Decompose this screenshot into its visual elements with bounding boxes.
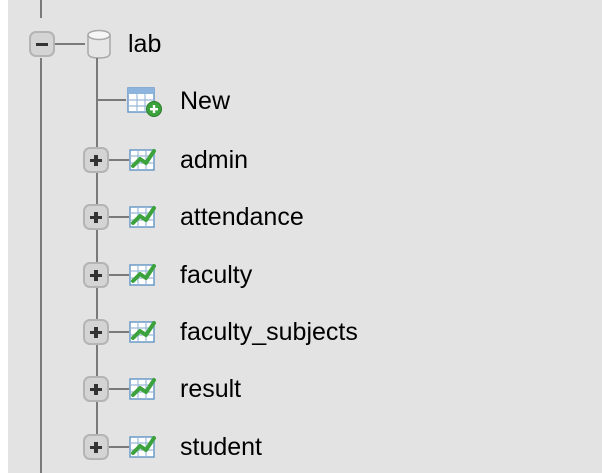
tree-connector bbox=[55, 43, 85, 45]
plus-icon-bar bbox=[94, 327, 98, 338]
plus-icon-bar bbox=[94, 384, 98, 395]
tree-root-line bbox=[40, 0, 42, 18]
database-label-lab[interactable]: lab bbox=[128, 32, 161, 57]
tree-connector bbox=[109, 331, 129, 333]
tree-connector bbox=[109, 274, 129, 276]
table-label-faculty_subjects[interactable]: faculty_subjects bbox=[180, 320, 358, 345]
table-icon[interactable] bbox=[128, 145, 158, 173]
collapse-database-button[interactable] bbox=[29, 31, 55, 57]
table-icon[interactable] bbox=[128, 374, 158, 402]
table-icon[interactable] bbox=[128, 317, 158, 345]
new-table-label[interactable]: New bbox=[180, 89, 230, 114]
table-label-admin[interactable]: admin bbox=[180, 148, 248, 173]
table-icon[interactable] bbox=[128, 432, 158, 460]
expand-table-button-admin[interactable] bbox=[83, 147, 109, 173]
plus-icon-bar bbox=[94, 212, 98, 223]
plus-icon-bar bbox=[94, 442, 98, 453]
expand-table-button-result[interactable] bbox=[83, 376, 109, 402]
expand-table-button-faculty_subjects[interactable] bbox=[83, 319, 109, 345]
tree-connector bbox=[109, 159, 129, 161]
table-label-attendance[interactable]: attendance bbox=[180, 205, 304, 230]
table-icon[interactable] bbox=[128, 260, 158, 288]
tree-connector bbox=[109, 216, 129, 218]
expand-table-button-attendance[interactable] bbox=[83, 204, 109, 230]
database-icon bbox=[87, 29, 111, 59]
new-table-icon[interactable] bbox=[126, 86, 164, 118]
tree-connector bbox=[96, 99, 126, 101]
table-label-student[interactable]: student bbox=[180, 435, 262, 460]
navigation-panel: lab New admin attendance faculty faculty… bbox=[0, 0, 602, 473]
table-icon[interactable] bbox=[128, 202, 158, 230]
plus-icon-bar bbox=[94, 155, 98, 166]
tree-connector bbox=[109, 388, 129, 390]
tree-root-line bbox=[40, 58, 42, 473]
minus-icon bbox=[36, 43, 48, 46]
plus-icon-bar bbox=[94, 270, 98, 281]
table-label-result[interactable]: result bbox=[180, 377, 241, 402]
expand-table-button-faculty[interactable] bbox=[83, 262, 109, 288]
table-label-faculty[interactable]: faculty bbox=[180, 263, 252, 288]
expand-table-button-student[interactable] bbox=[83, 434, 109, 460]
tree-connector bbox=[109, 446, 129, 448]
